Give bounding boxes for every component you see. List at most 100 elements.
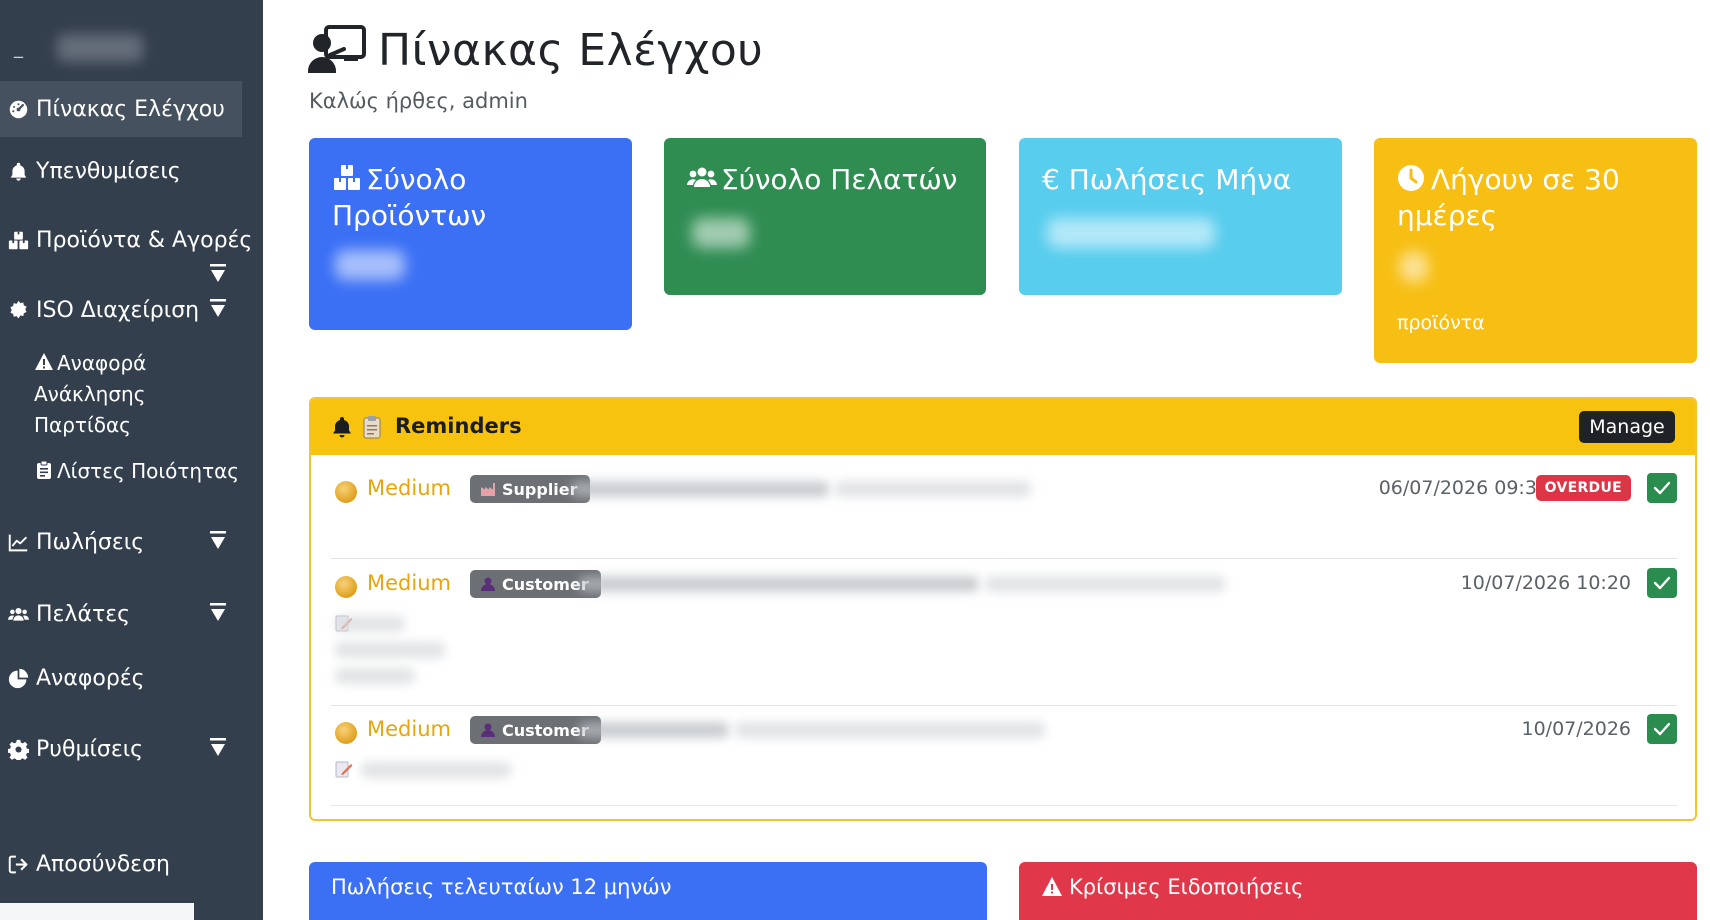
note-line-redacted	[335, 642, 445, 658]
warning-icon	[34, 350, 54, 370]
card-title: Σύνολο Προϊόντων	[332, 162, 616, 234]
chart-line-icon	[6, 530, 30, 554]
expand-caret-icon[interactable]	[208, 262, 228, 284]
page-header: Πίνακας Ελέγχου	[308, 20, 763, 80]
reminders-header: Reminders Manage	[311, 399, 1695, 455]
card-title: Πωλήσεις τελευταίων 12 μηνών	[331, 875, 672, 899]
note-line-redacted	[335, 616, 405, 632]
note-line-redacted	[335, 668, 415, 684]
brand-dash: _	[14, 38, 23, 59]
sidebar-item-label: Ρυθμίσεις	[36, 736, 144, 762]
expand-caret-icon[interactable]	[208, 297, 228, 319]
sales-chart-title: Πωλήσεις τελευταίων 12 μηνών	[331, 875, 672, 899]
dashboard-presentation-icon	[308, 25, 366, 75]
overdue-badge: OVERDUE	[1535, 475, 1631, 501]
pie-chart-icon	[6, 666, 30, 690]
sidebar-item-label: Αποσύνδεση	[36, 851, 170, 877]
complete-reminder-button[interactable]	[1647, 714, 1677, 744]
bell-icon	[6, 159, 30, 183]
clipboard-icon	[34, 458, 54, 479]
reminder-text-redacted	[571, 481, 829, 497]
sidebar-item-label: Προϊόντα & Αγορές	[36, 227, 253, 253]
clock-icon	[1397, 164, 1427, 192]
sidebar-subitem-recall-report[interactable]: Αναφορά Ανάκλησης Παρτίδας	[34, 348, 244, 441]
reminder-row[interactable]: Medium Supplier 06/07/2026 09:30 OVERDUE	[331, 473, 1677, 559]
priority-medium-dot-icon	[335, 576, 357, 598]
expand-caret-icon[interactable]	[208, 736, 228, 758]
brand[interactable]: _	[14, 22, 143, 62]
priority-medium-dot-icon	[335, 722, 357, 744]
sidebar-item-reminders[interactable]: Υπενθυμίσεις	[0, 153, 263, 189]
note-icon	[335, 760, 353, 778]
card-title: € Πωλήσεις Μήνα	[1042, 162, 1326, 198]
reminder-datetime: 10/07/2026	[1521, 718, 1631, 740]
boxes-icon	[332, 164, 362, 192]
logout-icon	[6, 852, 30, 876]
reminder-text-redacted	[579, 722, 729, 738]
card-title-text: € Πωλήσεις Μήνα	[1042, 163, 1292, 196]
card-value-redacted	[692, 218, 750, 248]
card-title: Κρίσιμες Ειδοποιήσεις	[1041, 875, 1303, 899]
clipboard-icon	[361, 415, 383, 439]
complete-reminder-button[interactable]	[1647, 473, 1677, 503]
reminder-detail-redacted	[985, 576, 1225, 592]
critical-alerts-card: Κρίσιμες Ειδοποιήσεις	[1019, 862, 1697, 920]
card-value-redacted	[1047, 218, 1215, 248]
sidebar-subitem-quality-lists[interactable]: Λίστες Ποιότητας	[34, 456, 244, 487]
card-value-redacted	[1400, 252, 1428, 282]
reminder-detail-redacted	[735, 722, 1045, 738]
users-icon	[6, 602, 30, 626]
sidebar-item-label: Πωλήσεις	[36, 529, 145, 555]
stat-card-customers[interactable]: Σύνολο Πελατών	[664, 138, 986, 295]
stat-card-products[interactable]: Σύνολο Προϊόντων	[309, 138, 632, 330]
sidebar-item-dashboard[interactable]: Πίνακας Ελέγχου	[0, 81, 242, 137]
sidebar: _ Πίνακας Ελέγχου Υπενθυμίσεις Προϊόντα …	[0, 0, 263, 920]
card-subtitle: προϊόντα	[1397, 312, 1485, 334]
reminder-row[interactable]: Medium Customer 10/07/2026	[331, 714, 1677, 806]
critical-alerts-title: Κρίσιμες Ειδοποιήσεις	[1069, 875, 1304, 899]
reminder-datetime: 06/07/2026 09:30	[1378, 477, 1549, 499]
reminder-text-redacted	[579, 576, 979, 592]
expand-caret-icon[interactable]	[208, 601, 228, 623]
reminders-panel: Reminders Manage Medium Supplier 06/07/2…	[309, 397, 1697, 821]
certificate-icon	[6, 298, 30, 322]
users-icon	[687, 164, 717, 192]
tag-label: Customer	[502, 720, 589, 740]
sidebar-item-logout[interactable]: Αποσύνδεση	[0, 846, 263, 882]
boxes-icon	[6, 228, 30, 252]
note-line-redacted	[361, 762, 511, 778]
warning-icon	[1041, 876, 1063, 898]
card-value-redacted	[335, 250, 405, 280]
sidebar-item-label: Αναφορές	[36, 665, 145, 691]
sidebar-item-reports[interactable]: Αναφορές	[0, 660, 263, 696]
sales-chart-card: Πωλήσεις τελευταίων 12 μηνών	[309, 862, 987, 920]
complete-reminder-button[interactable]	[1647, 568, 1677, 598]
brand-name-redacted	[57, 34, 143, 62]
user-icon	[480, 576, 496, 592]
reminders-header-icons	[331, 415, 383, 439]
card-title: Λήγουν σε 30 ημέρες	[1397, 162, 1681, 234]
manage-reminders-button[interactable]: Manage	[1579, 411, 1675, 443]
reminders-title: Reminders	[395, 414, 522, 438]
sidebar-bottom-strip	[0, 903, 194, 920]
reminder-row[interactable]: Medium Customer 10/07/2026 10:20	[331, 568, 1677, 706]
card-title-text: Σύνολο Πελατών	[721, 163, 958, 196]
card-title: Σύνολο Πελατών	[687, 162, 970, 198]
priority-label: Medium	[367, 476, 451, 500]
user-icon	[480, 722, 496, 738]
sidebar-item-label: ISO Διαχείριση	[36, 297, 200, 323]
sidebar-item-products[interactable]: Προϊόντα & Αγορές	[0, 222, 263, 258]
welcome-text: Καλώς ήρθες, admin	[309, 89, 528, 113]
gear-icon	[6, 737, 30, 761]
expand-caret-icon[interactable]	[208, 529, 228, 551]
subitem-label: Λίστες Ποιότητας	[57, 459, 240, 483]
priority-medium-dot-icon	[335, 481, 357, 503]
priority-label: Medium	[367, 571, 451, 595]
page-title: Πίνακας Ελέγχου	[378, 24, 764, 76]
stat-card-monthly-sales[interactable]: € Πωλήσεις Μήνα	[1019, 138, 1342, 295]
stat-card-expiring[interactable]: Λήγουν σε 30 ημέρες προϊόντα	[1374, 138, 1697, 363]
sidebar-item-label: Πίνακας Ελέγχου	[36, 96, 225, 122]
priority-label: Medium	[367, 717, 451, 741]
bell-icon	[331, 415, 353, 439]
dashboard-icon	[6, 97, 30, 121]
